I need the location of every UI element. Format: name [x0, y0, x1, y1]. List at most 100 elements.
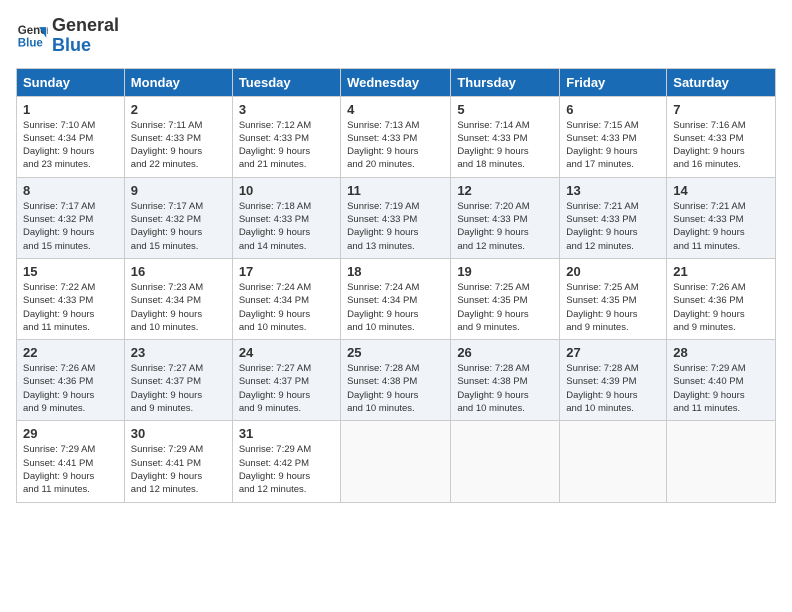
header-row: Sunday Monday Tuesday Wednesday Thursday…: [17, 68, 776, 96]
empty-cell: [451, 421, 560, 502]
day-info: Sunrise: 7:28 AM Sunset: 4:38 PM Dayligh…: [347, 362, 444, 415]
table-row: 18Sunrise: 7:24 AM Sunset: 4:34 PM Dayli…: [341, 258, 451, 339]
day-number: 9: [131, 183, 226, 198]
table-row: 2 Sunrise: 7:11 AM Sunset: 4:33 PM Daylig…: [124, 96, 232, 177]
day-number: 27: [566, 345, 660, 360]
col-sunday: Sunday: [17, 68, 125, 96]
logo-text: General Blue: [52, 16, 119, 56]
day-number: 30: [131, 426, 226, 441]
table-row: 27 Sunrise: 7:28 AM Sunset: 4:39 PM Dayli…: [560, 340, 667, 421]
table-row: 26 Sunrise: 7:28 AM Sunset: 4:38 PM Dayli…: [451, 340, 560, 421]
col-thursday: Thursday: [451, 68, 560, 96]
day-number: 17: [239, 264, 334, 279]
day-info: Sunrise: 7:28 AM Sunset: 4:38 PM Dayligh…: [457, 362, 553, 415]
day-info: Sunrise: 7:20 AM Sunset: 4:33 PM Dayligh…: [457, 200, 553, 253]
col-wednesday: Wednesday: [341, 68, 451, 96]
day-number: 24: [239, 345, 334, 360]
empty-cell: [667, 421, 776, 502]
table-row: 4Sunrise: 7:13 AM Sunset: 4:33 PM Daylig…: [341, 96, 451, 177]
logo: General Blue General Blue: [16, 16, 119, 56]
logo-icon: General Blue: [16, 20, 48, 52]
table-row: 30 Sunrise: 7:29 AM Sunset: 4:41 PM Dayli…: [124, 421, 232, 502]
table-row: 13 Sunrise: 7:21 AM Sunset: 4:33 PM Dayli…: [560, 177, 667, 258]
day-info: Sunrise: 7:10 AM Sunset: 4:34 PM Dayligh…: [23, 119, 118, 172]
day-number: 1: [23, 102, 118, 117]
table-row: 15 Sunrise: 7:22 AM Sunset: 4:33 PM Dayli…: [17, 258, 125, 339]
day-info: Sunrise: 7:22 AM Sunset: 4:33 PM Dayligh…: [23, 281, 118, 334]
day-number: 23: [131, 345, 226, 360]
day-number: 12: [457, 183, 553, 198]
table-row: 17 Sunrise: 7:24 AM Sunset: 4:34 PM Dayli…: [232, 258, 340, 339]
col-tuesday: Tuesday: [232, 68, 340, 96]
col-friday: Friday: [560, 68, 667, 96]
calendar-body: 1 Sunrise: 7:10 AM Sunset: 4:34 PM Daylig…: [17, 96, 776, 502]
day-number: 7: [673, 102, 769, 117]
day-number: 2: [131, 102, 226, 117]
day-number: 22: [23, 345, 118, 360]
day-info: Sunrise: 7:26 AM Sunset: 4:36 PM Dayligh…: [23, 362, 118, 415]
svg-text:Blue: Blue: [18, 37, 44, 49]
table-row: 10 Sunrise: 7:18 AM Sunset: 4:33 PM Dayli…: [232, 177, 340, 258]
day-info: Sunrise: 7:15 AM Sunset: 4:33 PM Dayligh…: [566, 119, 660, 172]
day-number: 6: [566, 102, 660, 117]
day-number: 13: [566, 183, 660, 198]
page-header: General Blue General Blue: [16, 16, 776, 56]
calendar-table: Sunday Monday Tuesday Wednesday Thursday…: [16, 68, 776, 503]
day-info: Sunrise: 7:27 AM Sunset: 4:37 PM Dayligh…: [131, 362, 226, 415]
day-number: 14: [673, 183, 769, 198]
day-info: Sunrise: 7:25 AM Sunset: 4:35 PM Dayligh…: [566, 281, 660, 334]
day-number: 29: [23, 426, 118, 441]
day-info: Sunrise: 7:27 AM Sunset: 4:37 PM Dayligh…: [239, 362, 334, 415]
day-info: Sunrise: 7:24 AM Sunset: 4:34 PM Dayligh…: [239, 281, 334, 334]
day-number: 31: [239, 426, 334, 441]
day-info: Sunrise: 7:19 AM Sunset: 4:33 PM Dayligh…: [347, 200, 444, 253]
table-row: 31 Sunrise: 7:29 AM Sunset: 4:42 PM Dayli…: [232, 421, 340, 502]
table-row: 8 Sunrise: 7:17 AM Sunset: 4:32 PM Daylig…: [17, 177, 125, 258]
table-row: 21 Sunrise: 7:26 AM Sunset: 4:36 PM Dayli…: [667, 258, 776, 339]
day-number: 4: [347, 102, 444, 117]
table-row: 5 Sunrise: 7:14 AM Sunset: 4:33 PM Daylig…: [451, 96, 560, 177]
table-row: 9 Sunrise: 7:17 AM Sunset: 4:32 PM Daylig…: [124, 177, 232, 258]
table-row: 7 Sunrise: 7:16 AM Sunset: 4:33 PM Daylig…: [667, 96, 776, 177]
table-row: 6 Sunrise: 7:15 AM Sunset: 4:33 PM Daylig…: [560, 96, 667, 177]
day-number: 26: [457, 345, 553, 360]
day-number: 5: [457, 102, 553, 117]
day-info: Sunrise: 7:29 AM Sunset: 4:41 PM Dayligh…: [23, 443, 118, 496]
day-info: Sunrise: 7:17 AM Sunset: 4:32 PM Dayligh…: [23, 200, 118, 253]
table-row: 12 Sunrise: 7:20 AM Sunset: 4:33 PM Dayli…: [451, 177, 560, 258]
day-number: 16: [131, 264, 226, 279]
empty-cell: [560, 421, 667, 502]
col-saturday: Saturday: [667, 68, 776, 96]
day-number: 21: [673, 264, 769, 279]
day-number: 10: [239, 183, 334, 198]
day-info: Sunrise: 7:24 AM Sunset: 4:34 PM Dayligh…: [347, 281, 444, 334]
day-info: Sunrise: 7:16 AM Sunset: 4:33 PM Dayligh…: [673, 119, 769, 172]
table-row: 19Sunrise: 7:25 AM Sunset: 4:35 PM Dayli…: [451, 258, 560, 339]
day-info: Sunrise: 7:29 AM Sunset: 4:42 PM Dayligh…: [239, 443, 334, 496]
day-number: 19: [457, 264, 553, 279]
day-info: Sunrise: 7:21 AM Sunset: 4:33 PM Dayligh…: [566, 200, 660, 253]
day-info: Sunrise: 7:12 AM Sunset: 4:33 PM Dayligh…: [239, 119, 334, 172]
day-info: Sunrise: 7:11 AM Sunset: 4:33 PM Dayligh…: [131, 119, 226, 172]
table-row: 23 Sunrise: 7:27 AM Sunset: 4:37 PM Dayli…: [124, 340, 232, 421]
table-row: 20 Sunrise: 7:25 AM Sunset: 4:35 PM Dayli…: [560, 258, 667, 339]
day-info: Sunrise: 7:29 AM Sunset: 4:41 PM Dayligh…: [131, 443, 226, 496]
day-number: 25: [347, 345, 444, 360]
table-row: 1 Sunrise: 7:10 AM Sunset: 4:34 PM Daylig…: [17, 96, 125, 177]
day-info: Sunrise: 7:17 AM Sunset: 4:32 PM Dayligh…: [131, 200, 226, 253]
day-info: Sunrise: 7:26 AM Sunset: 4:36 PM Dayligh…: [673, 281, 769, 334]
day-info: Sunrise: 7:29 AM Sunset: 4:40 PM Dayligh…: [673, 362, 769, 415]
day-number: 8: [23, 183, 118, 198]
day-info: Sunrise: 7:18 AM Sunset: 4:33 PM Dayligh…: [239, 200, 334, 253]
table-row: 28Sunrise: 7:29 AM Sunset: 4:40 PM Dayli…: [667, 340, 776, 421]
day-info: Sunrise: 7:28 AM Sunset: 4:39 PM Dayligh…: [566, 362, 660, 415]
day-info: Sunrise: 7:23 AM Sunset: 4:34 PM Dayligh…: [131, 281, 226, 334]
col-monday: Monday: [124, 68, 232, 96]
day-number: 20: [566, 264, 660, 279]
day-info: Sunrise: 7:14 AM Sunset: 4:33 PM Dayligh…: [457, 119, 553, 172]
empty-cell: [341, 421, 451, 502]
day-number: 3: [239, 102, 334, 117]
day-number: 11: [347, 183, 444, 198]
table-row: 14Sunrise: 7:21 AM Sunset: 4:33 PM Dayli…: [667, 177, 776, 258]
day-number: 15: [23, 264, 118, 279]
